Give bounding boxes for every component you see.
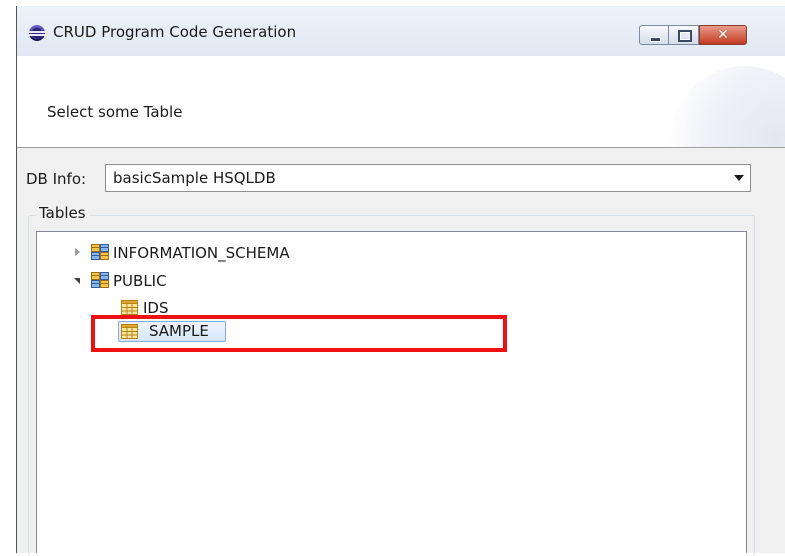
close-icon: ✕	[717, 27, 729, 43]
tree-item-public[interactable]: PUBLIC	[73, 271, 273, 291]
close-button[interactable]: ✕	[699, 25, 747, 45]
chevron-down-icon	[734, 175, 744, 181]
banner-message: Select some Table	[47, 103, 183, 121]
tables-group-label: Tables	[36, 204, 89, 222]
eclipse-icon	[29, 25, 45, 41]
window-title: CRUD Program Code Generation	[53, 23, 297, 41]
schema-icon	[91, 272, 109, 288]
db-info-label: DB Info:	[26, 170, 87, 188]
tree-item-label: PUBLIC	[113, 272, 167, 290]
expand-toggle-icon[interactable]	[75, 248, 80, 256]
maximize-button[interactable]	[669, 25, 699, 45]
banner-decoration	[665, 66, 785, 147]
minimize-icon	[650, 37, 661, 42]
title-bar[interactable]: CRUD Program Code Generation ✕	[17, 6, 785, 56]
tree-item-information-schema[interactable]: INFORMATION_SCHEMA	[73, 243, 373, 263]
minimize-button[interactable]	[639, 25, 669, 45]
collapse-toggle-icon[interactable]	[74, 278, 80, 284]
db-info-select[interactable]: basicSample HSQLDB	[105, 164, 751, 192]
annotation-highlight-box	[91, 315, 507, 352]
schema-icon	[91, 244, 109, 260]
wizard-banner: Select some Table	[17, 56, 785, 148]
db-info-selected-value: basicSample HSQLDB	[113, 169, 276, 187]
tree-item-label: INFORMATION_SCHEMA	[113, 244, 290, 262]
maximize-icon	[678, 30, 692, 42]
tables-tree[interactable]: INFORMATION_SCHEMA PUBLIC IDS SAMPLE	[36, 231, 747, 553]
table-icon	[121, 300, 138, 315]
